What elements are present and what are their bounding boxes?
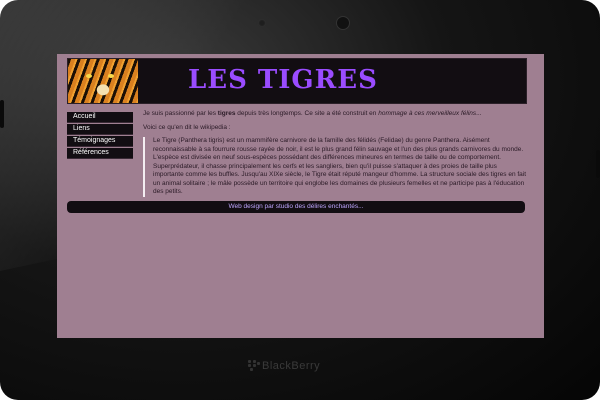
nav-item-references[interactable]: Références xyxy=(67,148,133,159)
intro-text: depuis très longtemps. Ce site a été con… xyxy=(235,110,379,117)
tiger-eye xyxy=(108,74,114,78)
front-camera-icon xyxy=(258,19,266,27)
intro-text: ... xyxy=(476,110,482,117)
light-sensor-icon xyxy=(336,16,350,30)
blackberry-logo-icon xyxy=(248,360,260,372)
tiger-eye xyxy=(86,74,92,78)
browser-viewport: LES TIGRES Accueil Liens Témoignages Réf… xyxy=(57,54,544,338)
site-title: LES TIGRES xyxy=(188,65,378,95)
tiger-image xyxy=(68,59,138,103)
main-content: Je suis passionné par les tigres depuis … xyxy=(143,110,528,202)
tablet-device: LES TIGRES Accueil Liens Témoignages Réf… xyxy=(0,0,600,400)
nav-item-liens[interactable]: Liens xyxy=(67,124,133,135)
site-footer: Web design par studio des délires enchan… xyxy=(67,201,525,213)
nav-item-temoignages[interactable]: Témoignages xyxy=(67,136,133,147)
device-brand-label: BlackBerry xyxy=(262,360,321,372)
wikipedia-quote: Le Tigre (Panthera tigris) est un mammif… xyxy=(143,137,528,197)
side-nav: Accueil Liens Témoignages Références xyxy=(67,112,133,160)
intro-bold-text: tigres xyxy=(217,110,236,117)
intro-text: Je suis passionné par les xyxy=(143,110,218,117)
nav-item-accueil[interactable]: Accueil xyxy=(67,112,133,123)
side-key xyxy=(596,150,600,178)
intro-italic-text: hommage à ces merveilleux félins xyxy=(378,110,477,117)
intro-paragraph: Je suis passionné par les tigres depuis … xyxy=(143,110,528,119)
side-key xyxy=(0,100,4,128)
site-banner: LES TIGRES xyxy=(67,58,527,104)
wiki-intro-line: Voici ce qu'en dit le wikipedia : xyxy=(143,123,231,131)
